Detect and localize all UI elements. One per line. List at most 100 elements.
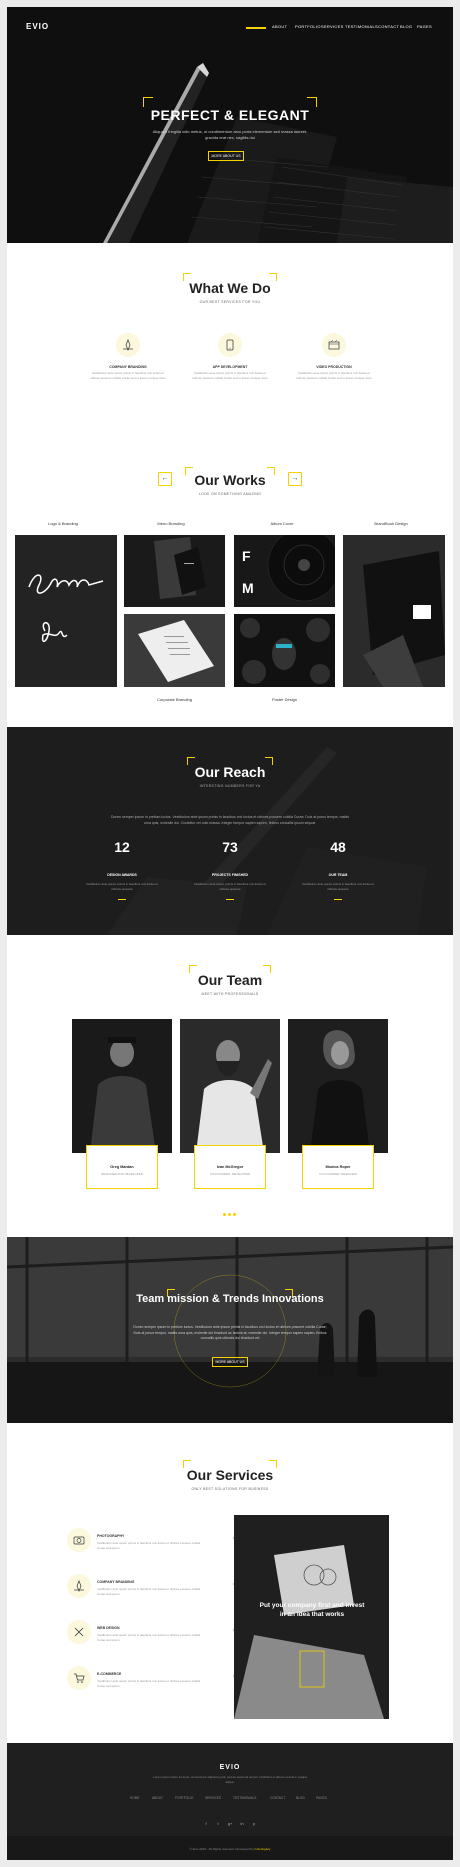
logo[interactable]: EVIO	[26, 22, 49, 31]
copyright-text: © Evio 2016 - All Rights reserved. Devel…	[7, 1847, 453, 1851]
svg-text:M: M	[242, 580, 254, 596]
stat-divider	[226, 899, 234, 900]
video-film-icon	[322, 333, 346, 357]
reach-background-image	[7, 727, 453, 935]
menu-card-image	[154, 537, 206, 599]
stat-description: Vestibulum ante ipsum primis in faucibus…	[86, 882, 158, 891]
service-description: Vestibulum ante ipsum primis in faucibus…	[90, 371, 166, 380]
nav-item-blog[interactable]: BLOG	[400, 24, 412, 29]
member-portrait-image	[72, 1019, 172, 1153]
service-description: Vestibulum ante ipsum primis in faucibus…	[97, 1679, 201, 1688]
design-pen-icon	[116, 333, 140, 357]
top-navbar: EVIO ABOUT PORTFOLIO SERVICES TESTIMONIA…	[7, 19, 453, 37]
hero-title: PERFECT & ELEGANT	[150, 107, 310, 123]
vinyl-record-image: F M	[242, 535, 335, 602]
brandbook-design-tile[interactable]	[343, 535, 445, 687]
svg-text:F: F	[242, 548, 251, 564]
member-role: CO-FOUNDER, DEVELOPER	[209, 1172, 251, 1176]
section-subtitle: ONLY BEST SOLUTIONS FOR BUSINESS	[191, 1487, 269, 1491]
member-role: DESIGNER AND DEVELOPER	[101, 1172, 143, 1176]
footer-nav-portfolio[interactable]: PORTFOLIO	[175, 1796, 193, 1800]
member-card: Monica Roper CO-FOUNDER, DESIGNER	[302, 1145, 374, 1189]
stat-label: PROJECTS FINISHED	[211, 873, 249, 877]
work-category-label[interactable]: Corporate Branding	[124, 697, 225, 702]
carousel-dot[interactable]	[223, 1213, 226, 1216]
service-name: VIDEO PRODUCTION	[316, 365, 352, 369]
hero-section: EVIO ABOUT PORTFOLIO SERVICES TESTIMONIA…	[7, 7, 453, 243]
service-description: Vestibulum ante ipsum primis in faucibus…	[192, 371, 268, 380]
page: EVIO ABOUT PORTFOLIO SERVICES TESTIMONIA…	[7, 7, 453, 1860]
cart-icon	[67, 1666, 91, 1690]
services-feature-image: Put your company first and invest in an …	[234, 1515, 389, 1719]
section-title: Our Team	[197, 972, 263, 988]
section-title: Our Reach	[194, 764, 266, 780]
stat-divider	[118, 899, 126, 900]
stat-number: 12	[114, 839, 130, 855]
camera-icon	[67, 1528, 91, 1552]
work-category-label[interactable]: Logo & Branding	[13, 521, 113, 526]
work-category-label[interactable]: Menu Branding	[121, 521, 221, 526]
service-name: APP DEVELOPMENT	[212, 365, 248, 369]
mission-section: Team mission & Trends Innovations Donec …	[7, 1237, 453, 1423]
footer-nav-testimonials[interactable]: TESTIMONIALS	[233, 1796, 256, 1800]
section-subtitle: MEET WITH PROFESSIONALS	[201, 992, 259, 996]
member-portrait-image	[180, 1019, 280, 1153]
mission-text: Donec semper ipsum in pretium luctus. Ve…	[133, 1325, 327, 1340]
work-category-label[interactable]: Album Cover	[232, 521, 332, 526]
nav-item-pages[interactable]: PAGES	[417, 24, 432, 29]
service-name: COMPANY BRANDING	[109, 365, 147, 369]
service-name: COMPANY BRANDING	[97, 1580, 135, 1584]
footer-nav-contact[interactable]: CONTACT	[270, 1796, 285, 1800]
member-photo[interactable]	[288, 1019, 388, 1153]
album-cover-tile[interactable]: F M	[234, 535, 335, 607]
footer-nav-services[interactable]: SERVICES	[205, 1796, 221, 1800]
more-about-us-button[interactable]: MORE ABOUT US	[208, 151, 244, 161]
menu-branding-tile[interactable]	[124, 535, 225, 607]
hero-subtitle: Aliquam fringilla odio metus, ut condime…	[152, 129, 308, 140]
footer-nav-pages[interactable]: PAGES	[316, 1796, 327, 1800]
poster-design-tile[interactable]	[234, 614, 335, 687]
nav-item-services[interactable]: SERVICES	[321, 24, 344, 29]
nav-item-testimonials[interactable]: TESTIMONIALS	[345, 24, 378, 29]
mission-more-button[interactable]: MORE ABOUT US	[212, 1357, 248, 1367]
footer-nav-home[interactable]: HOME	[130, 1796, 140, 1800]
pinterest-icon[interactable]: p	[250, 1821, 258, 1826]
google-plus-icon[interactable]: g+	[226, 1821, 234, 1826]
carousel-dot[interactable]	[233, 1213, 236, 1216]
member-photo[interactable]	[72, 1019, 172, 1153]
twitter-icon[interactable]: t	[214, 1821, 222, 1826]
member-card: Greg Mardan DESIGNER AND DEVELOPER	[86, 1145, 158, 1189]
carousel-dot[interactable]	[228, 1213, 231, 1216]
brandbook-image	[363, 551, 445, 687]
section-title: Our Works	[194, 472, 266, 488]
linkedin-icon[interactable]: in	[238, 1821, 246, 1826]
service-name: PHOTOGRAPHY	[97, 1534, 125, 1538]
work-category-label[interactable]: BrandBook Design	[341, 521, 441, 526]
mobile-app-icon	[218, 333, 242, 357]
poster-image	[240, 618, 330, 684]
logo-branding-tile[interactable]	[15, 535, 117, 687]
nav-item-about[interactable]: ABOUT	[272, 24, 287, 29]
service-description: Vestibulum ante ipsum primis in faucibus…	[97, 1541, 201, 1550]
section-subtitle: INTERSTING NUMBERS FOR YA	[199, 784, 261, 788]
member-card: Ivan McGregor CO-FOUNDER, DEVELOPER	[194, 1145, 266, 1189]
nav-item-portfolio[interactable]: PORTFOLIO	[295, 24, 321, 29]
member-role: CO-FOUNDER, DESIGNER	[319, 1172, 357, 1176]
hero-building-image	[7, 7, 453, 243]
developer-link[interactable]: Colorlegacy	[255, 1847, 271, 1851]
footer-description: Lorem ipsum dolor sit amet, consectetur …	[153, 1775, 307, 1784]
section-subtitle: OUR BEST SERVICES FOR YOU	[199, 300, 261, 304]
footer-nav-blog[interactable]: BLOG	[296, 1796, 305, 1800]
our-team-section: Our Team MEET WITH PROFESSIONALS Greg Ma…	[7, 935, 453, 1235]
corporate-branding-tile[interactable]	[124, 614, 225, 687]
footer-logo[interactable]: EVIO	[7, 1764, 453, 1771]
footer-nav-about[interactable]: ABOUT	[152, 1796, 163, 1800]
section-subtitle: LOOK ON SOMETHING AMAZING	[198, 492, 262, 496]
corporate-paper-image	[138, 620, 214, 682]
work-category-label[interactable]: Poster Design	[234, 697, 335, 702]
member-photo[interactable]	[180, 1019, 280, 1153]
facebook-icon[interactable]: f	[202, 1821, 210, 1826]
nav-item-contact[interactable]: CONTACT	[378, 24, 399, 29]
stat-label: DESIGN AWARDS	[107, 873, 137, 877]
section-title: What We Do	[189, 280, 271, 296]
